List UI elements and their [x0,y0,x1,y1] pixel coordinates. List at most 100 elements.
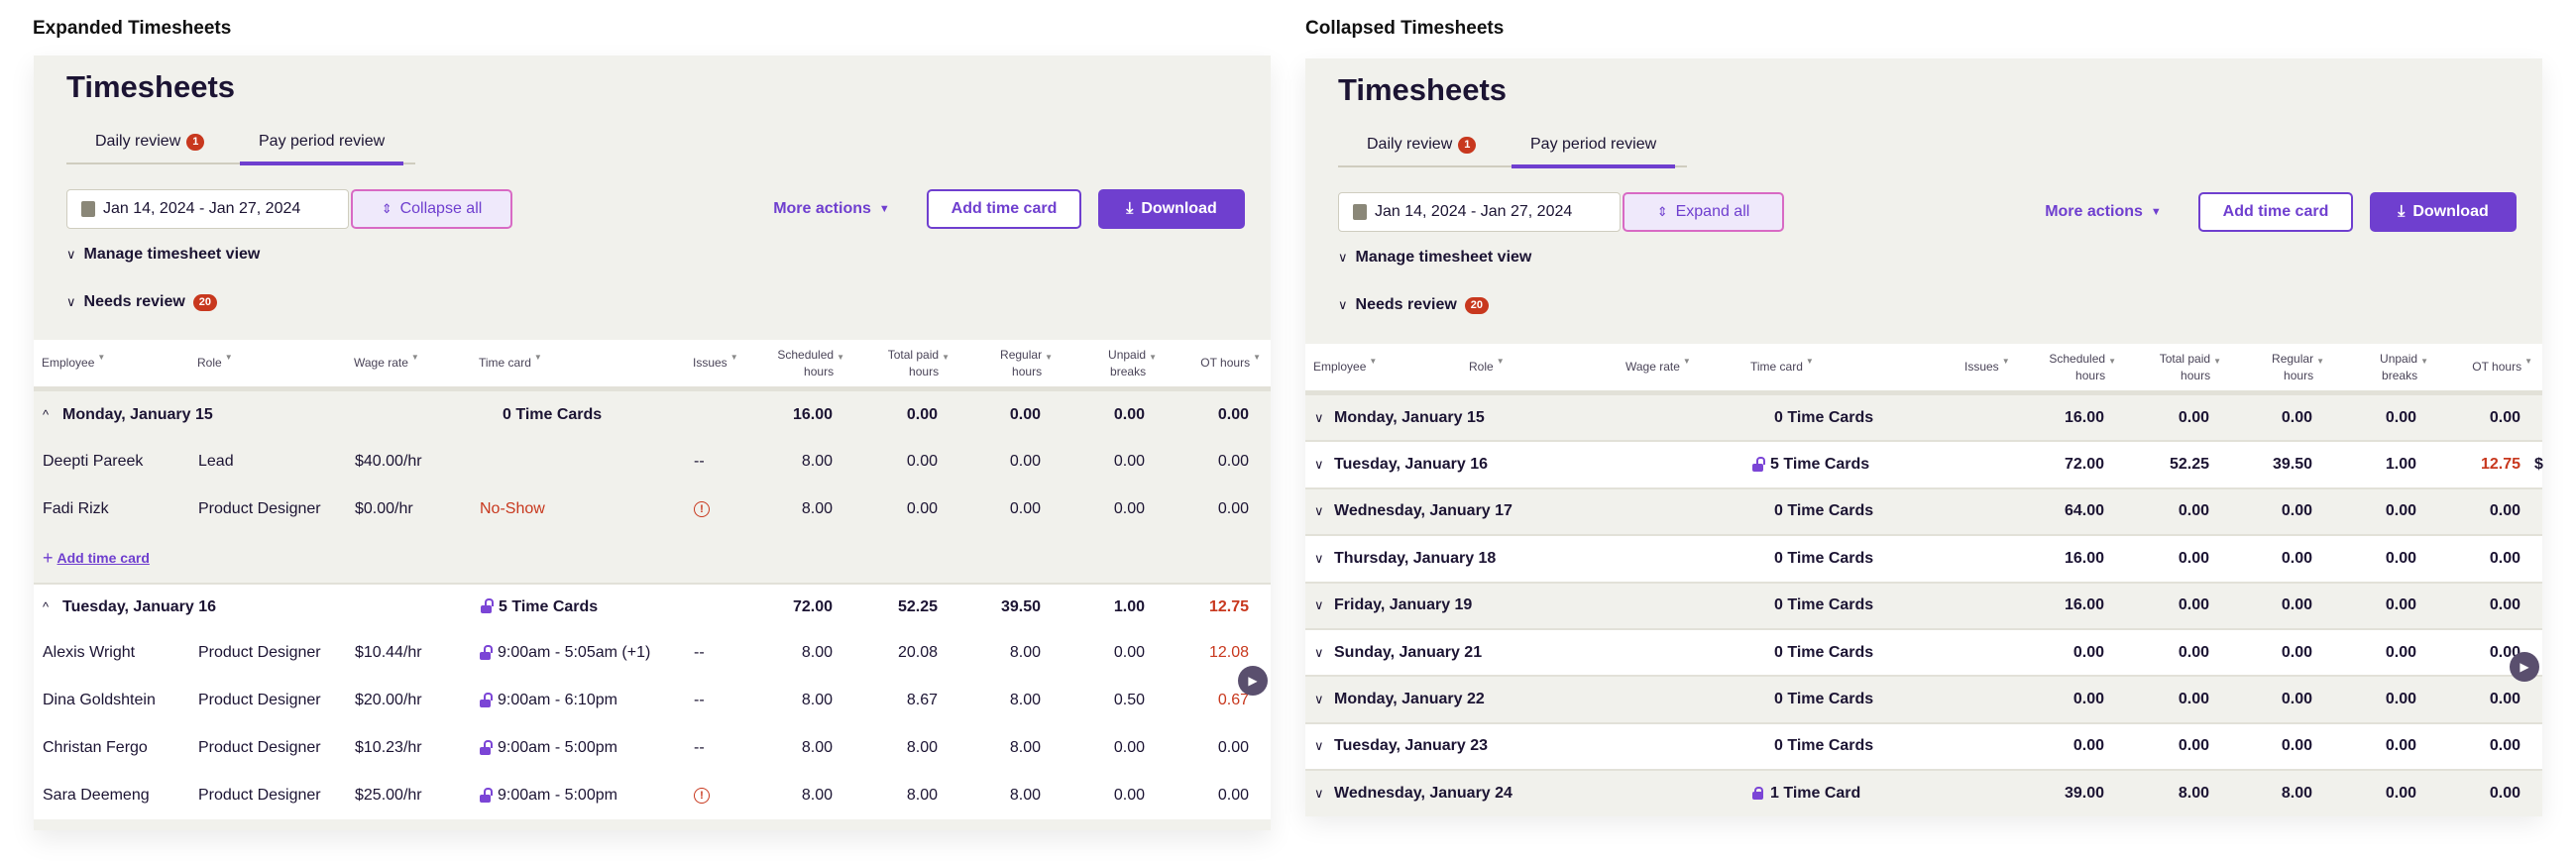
column-header-employee[interactable]: Employee ▼ [1313,344,1377,390]
date-group-row[interactable]: ∨ Tuesday, January 16 5 Time Cards 72.00 52.… [1305,440,2543,487]
column-header-scheduled[interactable]: Scheduled hours ▼ [2037,344,2116,390]
column-header-total[interactable]: Total paid hours ▼ [870,340,950,386]
date-group-row[interactable]: ∨ Thursday, January 18 0 Time Cards 16.00 0.… [1305,534,2542,582]
caret-right-icon: ▶ [2520,660,2529,674]
tab-pay-period-review[interactable]: Pay period review [1511,136,1676,168]
chevron-down-icon[interactable]: ∨ [1314,677,1324,721]
ot-header-label: OT hours [1200,356,1251,370]
date-group-row[interactable]: ∨ Sunday, January 21 0 Time Cards 0.00 0.00 0… [1305,628,2542,676]
column-header-unpaid[interactable]: Unpaid breaks ▼ [2349,344,2428,390]
needs-review-toggle[interactable]: ∨ Needs review 20 [1338,296,1490,314]
unpaid-value: 0.00 [2385,502,2416,520]
chevron-up-icon[interactable]: ^ [43,391,49,438]
toggle-all-button[interactable]: ⇕ Expand all [1623,192,1784,232]
column-header-issues[interactable]: Issues ▼ [693,340,738,386]
more-actions-label: More actions [773,200,871,217]
column-header-total[interactable]: Total paid hours ▼ [2142,344,2221,390]
chevron-down-icon[interactable]: ∨ [1314,724,1324,769]
more-actions-button[interactable]: More actions ▼ [2039,192,2168,232]
tab-daily-review[interactable]: Daily review 1 [1367,136,1477,154]
chevron-down-icon[interactable]: ∨ [1314,584,1324,628]
ot-value: 0.00 [2489,502,2520,520]
date-group-row[interactable]: ∨ Monday, January 22 0 Time Cards 0.00 0.00 0… [1305,675,2542,722]
add-time-card-button[interactable]: Add time card [927,189,1081,229]
employee-row: Deepti Pareek Lead $40.00/hr -- 8.00 0.00 0.00… [34,438,1271,485]
column-header-employee[interactable]: Employee ▼ [42,340,105,386]
scroll-right-button[interactable]: ▶ [1238,666,1268,696]
scheduled-value: 72.00 [792,597,833,615]
manage-timesheet-view-toggle[interactable]: ∨ Manage timesheet view [1338,249,1531,267]
total-value: 0.00 [2178,643,2209,661]
date-group-row[interactable]: ^ Tuesday, January 16 5 Time Cards 72.00 52.… [34,583,1271,629]
column-header-timecard[interactable]: Time card ▼ [1750,344,1814,390]
regular-value: 0.00 [1009,405,1041,423]
add-time-card-button[interactable]: Add time card [2198,192,2353,232]
needs-review-badge: 20 [1464,296,1490,314]
column-header-issues[interactable]: Issues ▼ [1964,344,2010,390]
wage-cell: $25.00/hr [355,787,422,804]
column-header-role[interactable]: Role ▼ [197,340,233,386]
column-header-ot[interactable]: OT hours ▼ [2453,344,2532,390]
regular-value: 8.00 [2281,784,2312,802]
needs-review-toggle[interactable]: ∨ Needs review 20 [66,293,218,311]
column-header-scheduled[interactable]: Scheduled hours ▼ [765,340,844,386]
regular-value: 0.00 [2281,596,2312,614]
time-card-summary: 0 Time Cards [1774,536,1873,581]
date-group-row[interactable]: ∨ Monday, January 15 0 Time Cards 16.00 0.00… [1305,393,2542,441]
chevron-down-icon[interactable]: ∨ [1314,771,1324,815]
ot-value: 0.00 [1217,739,1249,756]
tab-label: Pay period review [259,133,386,150]
time-card-cell[interactable]: 9:00am - 5:00pm [480,772,688,819]
add-time-card-link[interactable]: + Add time card [43,533,150,583]
manage-timesheet-view-toggle[interactable]: ∨ Manage timesheet view [66,246,260,264]
date-group-row[interactable]: ∨ Wednesday, January 24 1 Time Card 39.00 8.… [1305,769,2542,816]
time-card-cell[interactable]: No-Show [480,485,688,533]
column-header-regular[interactable]: Regular hours ▼ [973,340,1053,386]
column-header-ot[interactable]: OT hours ▼ [1181,340,1261,386]
column-header-regular[interactable]: Regular hours ▼ [2245,344,2324,390]
wage-cell: $40.00/hr [355,453,422,470]
toggle-all-label: Expand all [1675,203,1750,220]
column-header-timecard[interactable]: Time card ▼ [479,340,542,386]
date-range-picker[interactable]: Jan 14, 2024 - Jan 27, 2024 [1338,192,1621,232]
sort-caret-icon: ▼ [1496,357,1505,366]
time-card-cell[interactable]: 9:00am - 6:10pm [480,677,688,724]
toggle-all-button[interactable]: ⇕ Collapse all [351,189,512,229]
more-actions-button[interactable]: More actions ▼ [767,189,896,229]
date-group-row[interactable]: ∨ Wednesday, January 17 0 Time Cards 64.00 0… [1305,486,2542,535]
needs-review-label: Needs review [1355,296,1457,313]
unpaid-value: 0.00 [2385,737,2416,755]
column-header-wage[interactable]: Wage rate ▼ [354,340,419,386]
timecard-header-label: Time card [479,356,531,370]
warning-icon[interactable]: ! [694,788,710,804]
date-range-picker[interactable]: Jan 14, 2024 - Jan 27, 2024 [66,189,349,229]
chevron-down-icon[interactable]: ∨ [1314,536,1324,581]
ot-header-label: OT hours [2472,360,2522,374]
date-group-row[interactable]: ^ Monday, January 15 0 Time Cards 16.00 0.00… [34,389,1271,438]
chevron-down-icon[interactable]: ∨ [1314,442,1324,486]
tab-pay-period-review[interactable]: Pay period review [239,133,404,165]
tab-label: Daily review [95,133,181,150]
time-card-cell[interactable]: 9:00am - 5:00pm [480,724,688,772]
download-button[interactable]: ⤓ Download [1098,189,1245,229]
lock-icon [1752,787,1763,801]
date-group-row[interactable]: ∨ Tuesday, January 23 0 Time Cards 0.00 0.00… [1305,721,2542,770]
caption-expanded: Expanded Timesheets [33,18,232,39]
time-card-count: 1 Time Card [1770,784,1861,802]
download-button[interactable]: ⤓ Download [2370,192,2517,232]
chevron-down-icon: ∨ [66,294,76,309]
column-header-role[interactable]: Role ▼ [1469,344,1505,390]
tab-daily-review[interactable]: Daily review 1 [95,133,205,151]
total-value: 20.08 [897,644,938,661]
chevron-up-icon[interactable]: ^ [43,585,49,629]
time-card-cell[interactable]: 9:00am - 5:05am (+1) [480,629,688,677]
column-header-unpaid[interactable]: Unpaid breaks ▼ [1077,340,1157,386]
chevron-down-icon[interactable]: ∨ [1314,630,1324,675]
column-header-wage[interactable]: Wage rate ▼ [1625,344,1691,390]
date-group-row[interactable]: ∨ Friday, January 19 0 Time Cards 16.00 0.00… [1305,581,2542,628]
chevron-down-icon[interactable]: ∨ [1314,489,1324,534]
date-label: Wednesday, January 24 [1334,784,1512,802]
chevron-down-icon[interactable]: ∨ [1314,395,1324,440]
scroll-right-button[interactable]: ▶ [2510,652,2539,682]
warning-icon[interactable]: ! [694,501,710,517]
